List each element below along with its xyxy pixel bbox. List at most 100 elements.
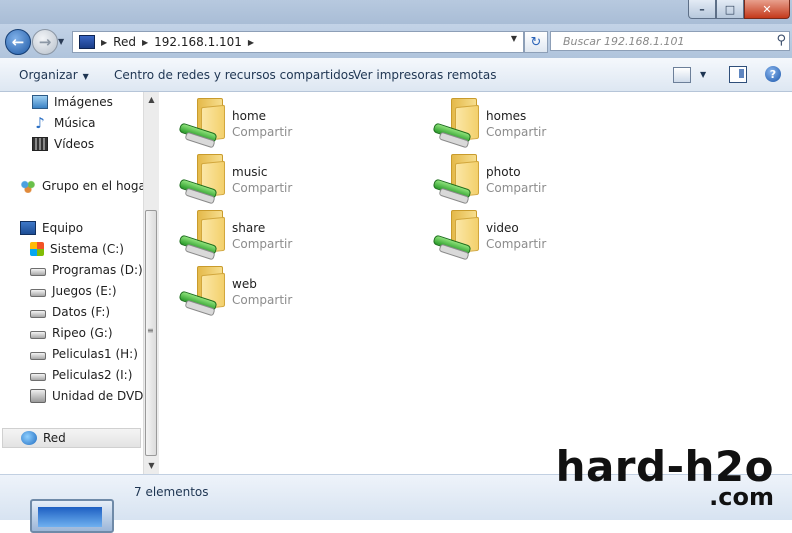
breadcrumb-separator-icon[interactable]: ▶ (142, 38, 148, 47)
sidebar-item-label: Juegos (E:) (52, 284, 117, 298)
sidebar-item-label: Red (43, 431, 66, 445)
drive-icon (30, 331, 46, 339)
scroll-down-icon[interactable]: ▼ (144, 458, 159, 473)
sidebar-scrollbar[interactable]: ▲ ≡ ▼ (143, 92, 159, 474)
scroll-grip-icon: ≡ (147, 326, 154, 335)
sidebar-item-label: Programas (D:) (52, 263, 143, 277)
sidebar-item-videos[interactable]: Vídeos (32, 134, 94, 154)
share-name: home (232, 109, 267, 123)
sidebar-item-label: Datos (F:) (52, 305, 111, 319)
sidebar-item-drive-c[interactable]: Sistema (C:) (30, 239, 124, 259)
share-type: Compartir (486, 237, 547, 251)
refresh-button[interactable]: ↻ (524, 31, 548, 53)
forward-button[interactable]: → (32, 29, 58, 55)
change-view-icon[interactable] (673, 67, 691, 83)
drive-icon (30, 268, 46, 276)
sidebar-item-musica[interactable]: ♪ Música (32, 113, 96, 133)
share-type: Compartir (232, 237, 293, 251)
sidebar-item-equipo[interactable]: Equipo (20, 218, 83, 238)
sidebar-item-label: Grupo en el hogar (42, 179, 143, 193)
window-controls: – □ ✕ (688, 0, 790, 19)
watermark-logo: hard-h2o .com (555, 442, 774, 510)
sidebar-item-drive-g[interactable]: Ripeo (G:) (30, 323, 113, 343)
share-item-share[interactable]: share Compartir (159, 204, 399, 261)
pictures-icon (32, 95, 48, 109)
sidebar-item-label: Vídeos (54, 137, 95, 151)
sidebar-item-label: Peliculas2 (I:) (52, 368, 133, 382)
view-options-chevron-icon[interactable]: ▼ (700, 70, 706, 79)
address-bar[interactable]: ▶ Red ▶ 192.168.1.101 ▶ ▼ (72, 31, 524, 53)
breadcrumb-separator-icon[interactable]: ▶ (101, 38, 107, 47)
sidebar-item-red[interactable]: Red (2, 428, 141, 448)
sidebar-item-drive-e[interactable]: Juegos (E:) (30, 281, 117, 301)
sidebar-item-drive-d[interactable]: Programas (D:) (30, 260, 143, 280)
share-name: video (486, 221, 519, 235)
navigation-bar: ← → ▼ ▶ Red ▶ 192.168.1.101 ▶ ▼ ↻ Buscar… (0, 24, 792, 58)
drive-icon (30, 289, 46, 297)
address-dropdown-icon[interactable]: ▼ (507, 34, 521, 43)
scroll-up-icon[interactable]: ▲ (144, 92, 159, 107)
minimize-button[interactable]: – (688, 0, 716, 19)
share-item-home[interactable]: home Compartir (159, 92, 399, 149)
organize-label: Organizar (19, 68, 78, 82)
share-item-homes[interactable]: homes Compartir (413, 92, 653, 149)
sidebar-item-label: Música (54, 116, 96, 130)
sidebar-item-imagenes[interactable]: Imágenes (32, 92, 113, 112)
share-type: Compartir (486, 125, 547, 139)
sidebar-item-drive-f[interactable]: Datos (F:) (30, 302, 110, 322)
help-button[interactable]: ? (765, 66, 781, 82)
share-name: share (232, 221, 266, 235)
item-count: 7 elementos (134, 485, 209, 499)
share-type: Compartir (232, 293, 293, 307)
refresh-icon: ↻ (530, 34, 542, 50)
homegroup-icon (20, 179, 36, 193)
drive-icon (30, 373, 46, 381)
drive-icon (30, 310, 46, 318)
search-placeholder: Buscar 192.168.1.101 (563, 34, 685, 48)
shared-folder-icon (432, 98, 479, 149)
share-type: Compartir (486, 181, 547, 195)
sidebar-item-label: Equipo (42, 221, 84, 235)
back-button[interactable]: ← (5, 29, 31, 55)
breadcrumb-host[interactable]: 192.168.1.101 (154, 35, 242, 49)
sidebar-item-drive-i[interactable]: Peliculas2 (I:) (30, 365, 132, 385)
sidebar-item-label: Peliculas1 (H:) (52, 347, 138, 361)
navigation-pane: Imágenes ♪ Música Vídeos Grupo en el hoga… (0, 92, 143, 474)
remote-printers-button[interactable]: Ver impresoras remotas (353, 68, 496, 82)
share-name: photo (486, 165, 521, 179)
share-item-photo[interactable]: photo Compartir (413, 148, 653, 205)
organize-button[interactable]: Organizar ▼ (19, 68, 89, 82)
shared-folder-icon (178, 154, 225, 205)
recent-pages-dropdown[interactable]: ▼ (58, 37, 64, 46)
system-drive-icon (30, 242, 44, 256)
maximize-button[interactable]: □ (716, 0, 744, 19)
command-bar: Organizar ▼ Centro de redes y recursos co… (0, 58, 792, 92)
search-input[interactable]: Buscar 192.168.1.101 ⚲ (550, 31, 790, 51)
share-type: Compartir (232, 125, 293, 139)
chevron-down-icon: ▼ (82, 72, 89, 81)
breadcrumb-separator-icon[interactable]: ▶ (248, 38, 254, 47)
watermark-line-1: hard-h2o (555, 442, 774, 491)
sidebar-item-dvd[interactable]: Unidad de DVD R (30, 386, 143, 406)
sidebar-item-label: Unidad de DVD R (52, 389, 143, 403)
share-item-web[interactable]: web Compartir (159, 260, 399, 317)
shared-folder-icon (178, 266, 225, 317)
dvd-drive-icon (30, 389, 46, 403)
sidebar-item-label: Sistema (C:) (50, 242, 124, 256)
share-item-music[interactable]: music Compartir (159, 148, 399, 205)
file-list: home Compartir homes Compartir music Com… (159, 92, 792, 474)
sidebar-item-homegroup[interactable]: Grupo en el hogar (20, 176, 143, 196)
search-icon[interactable]: ⚲ (776, 33, 786, 48)
sidebar-item-drive-h[interactable]: Peliculas1 (H:) (30, 344, 138, 364)
shared-folder-icon (178, 98, 225, 149)
videos-icon (32, 137, 48, 151)
close-button[interactable]: ✕ (744, 0, 790, 19)
share-name: web (232, 277, 257, 291)
sidebar-item-label: Ripeo (G:) (52, 326, 113, 340)
share-item-video[interactable]: video Compartir (413, 204, 653, 261)
sidebar-item-label: Imágenes (54, 95, 113, 109)
breadcrumb-red[interactable]: Red (113, 35, 136, 49)
preview-pane-icon[interactable] (729, 66, 747, 83)
share-type: Compartir (232, 181, 293, 195)
network-center-button[interactable]: Centro de redes y recursos compartidos (114, 68, 354, 82)
